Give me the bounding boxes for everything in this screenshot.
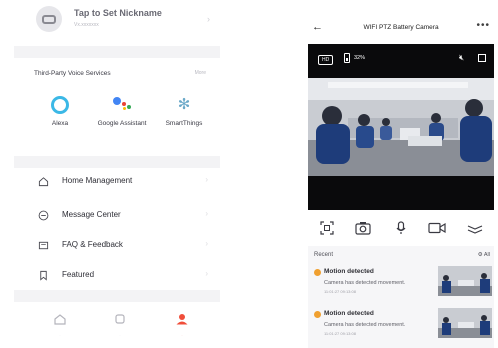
profile-subtitle: Vx.xxxxxxx bbox=[74, 22, 99, 28]
fullscreen-icon[interactable] bbox=[478, 54, 486, 62]
event-time: 11:01:27 09:13:08 bbox=[324, 289, 356, 294]
event-description: Camera has detected movement. bbox=[324, 322, 406, 328]
voice-service-label: SmartThings bbox=[165, 120, 203, 127]
voice-service-label: Alexa bbox=[51, 120, 69, 127]
menu-item-label: FAQ & Feedback bbox=[62, 240, 123, 249]
speaker-mute-icon[interactable]: 🔇︎ bbox=[459, 53, 464, 63]
avatar[interactable] bbox=[36, 6, 62, 32]
camera-controls bbox=[306, 216, 496, 242]
more-options-icon[interactable]: ••• bbox=[476, 20, 490, 31]
chevron-right-icon: › bbox=[205, 239, 208, 248]
nickname-label[interactable]: Tap to Set Nickname bbox=[74, 8, 162, 18]
settings-menu: Home Management › Message Center › FAQ &… bbox=[14, 168, 220, 290]
motion-dot-icon bbox=[314, 311, 321, 318]
camera-header: ← WIFI PTZ Battery Camera ••• bbox=[306, 14, 496, 42]
home-tab-icon bbox=[54, 314, 66, 325]
hd-quality-badge[interactable]: HD bbox=[318, 55, 334, 65]
chevron-right-icon: › bbox=[207, 14, 210, 24]
event-item[interactable]: Motion detected Camera has detected move… bbox=[314, 308, 492, 348]
smartthings-icon: ✻ bbox=[177, 96, 191, 113]
voice-service-smartthings[interactable]: ✻ SmartThings bbox=[154, 94, 214, 128]
all-events-link[interactable]: ⚙︎ All bbox=[478, 252, 490, 258]
recent-events-panel: Recent ⚙︎ All Motion detected Camera has… bbox=[308, 246, 494, 348]
menu-item-label: Featured bbox=[62, 270, 95, 279]
menu-item-faq-feedback[interactable]: FAQ & Feedback › bbox=[14, 232, 220, 260]
camera-screen: ← WIFI PTZ Battery Camera ••• HD 32% 🔇︎ bbox=[306, 14, 496, 348]
screenshot-button[interactable] bbox=[318, 220, 336, 236]
tab-home[interactable]: · bbox=[50, 312, 70, 337]
voice-services-title: Third-Party Voice Services bbox=[34, 70, 111, 77]
smart-tab-icon bbox=[115, 314, 125, 324]
chevron-right-icon: › bbox=[205, 269, 208, 278]
tab-smart[interactable]: · bbox=[110, 312, 130, 337]
event-description: Camera has detected movement. bbox=[324, 280, 406, 286]
screenshot-root: Tap to Set Nickname Vx.xxxxxxx › Third-P… bbox=[0, 0, 498, 348]
talk-button[interactable] bbox=[392, 220, 410, 236]
battery-icon bbox=[344, 53, 350, 63]
chevron-right-icon: › bbox=[205, 175, 208, 184]
me-tab-icon bbox=[176, 314, 188, 325]
event-thumbnail[interactable] bbox=[438, 308, 492, 338]
bookmark-icon bbox=[40, 270, 47, 281]
home-icon bbox=[38, 177, 49, 187]
alexa-icon bbox=[49, 94, 71, 116]
voice-service-label: Google Assistant bbox=[97, 120, 147, 127]
event-time: 11:01:27 09:13:08 bbox=[324, 331, 356, 336]
collapse-button[interactable] bbox=[466, 220, 484, 236]
bottom-tab-bar: · · · bbox=[14, 302, 220, 348]
microphone-icon bbox=[396, 221, 406, 234]
camera-title: WIFI PTZ Battery Camera bbox=[363, 24, 439, 31]
collapse-icon bbox=[467, 225, 483, 234]
tab-me[interactable]: · bbox=[172, 312, 192, 337]
record-button[interactable] bbox=[428, 220, 446, 236]
event-title: Motion detected bbox=[324, 268, 374, 275]
screenshot-icon bbox=[320, 221, 334, 235]
menu-item-label: Home Management bbox=[62, 176, 133, 185]
menu-item-message-center[interactable]: Message Center › bbox=[14, 202, 220, 230]
voice-services-more-link[interactable]: More bbox=[195, 70, 206, 76]
battery-percentage: 32% bbox=[354, 55, 366, 61]
google-assistant-icon bbox=[111, 94, 133, 116]
recent-label: Recent bbox=[314, 252, 334, 258]
event-title: Motion detected bbox=[324, 310, 374, 317]
menu-item-home-management[interactable]: Home Management › bbox=[14, 168, 220, 196]
event-thumbnail[interactable] bbox=[438, 266, 492, 296]
live-video-view[interactable]: HD 32% 🔇︎ bbox=[308, 44, 494, 210]
avatar-icon bbox=[42, 14, 56, 24]
voice-services-card: Third-Party Voice Services More Alexa Go… bbox=[14, 58, 220, 156]
motion-dot-icon bbox=[314, 269, 321, 276]
video-record-icon bbox=[428, 222, 446, 234]
voice-service-alexa[interactable]: Alexa bbox=[30, 94, 90, 128]
menu-item-label: Message Center bbox=[62, 210, 121, 219]
message-icon bbox=[38, 210, 49, 221]
all-events-label: All bbox=[483, 252, 490, 258]
voice-service-google-assistant[interactable]: Google Assistant bbox=[92, 94, 152, 128]
profile-card[interactable]: Tap to Set Nickname Vx.xxxxxxx › bbox=[14, 0, 220, 46]
me-screen: Tap to Set Nickname Vx.xxxxxxx › Third-P… bbox=[14, 0, 220, 348]
chevron-right-icon: › bbox=[205, 209, 208, 218]
snapshot-button[interactable] bbox=[354, 220, 372, 236]
camera-icon bbox=[355, 222, 371, 235]
event-item[interactable]: Motion detected Camera has detected move… bbox=[314, 266, 492, 306]
feedback-icon bbox=[38, 241, 49, 250]
video-frame-image bbox=[308, 78, 494, 176]
menu-item-featured[interactable]: Featured › bbox=[14, 262, 220, 290]
